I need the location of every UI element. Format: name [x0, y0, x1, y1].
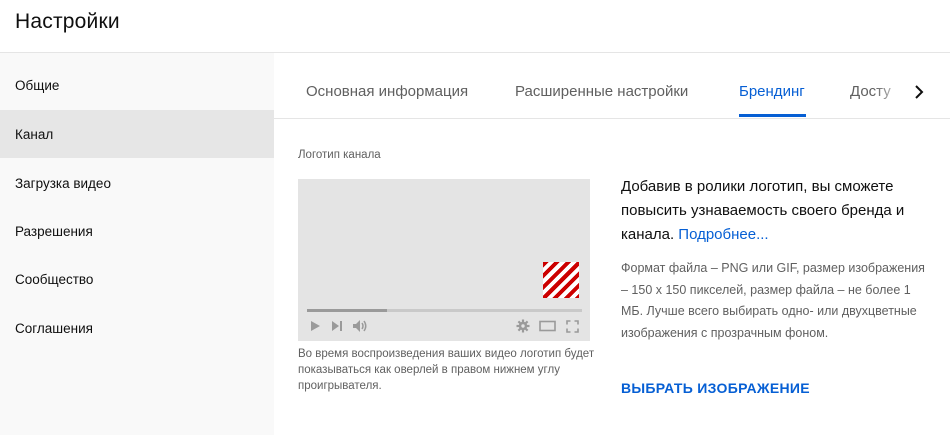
logo-caption: Во время воспроизведения ваших видео лог… — [298, 348, 595, 392]
learn-more-link[interactable]: Подробнее... — [678, 226, 768, 243]
fullscreen-icon[interactable] — [564, 318, 580, 334]
volume-icon[interactable] — [352, 318, 368, 334]
play-icon[interactable] — [307, 318, 323, 334]
sidebar-item-agreements[interactable]: Соглашения — [0, 304, 274, 352]
format-requirements: Формат файла – PNG или GIF, размер изобр… — [621, 261, 925, 340]
active-tab-indicator — [739, 114, 806, 117]
app-header: Настройки — [0, 0, 950, 53]
sidebar-item-channel[interactable]: Канал — [0, 110, 274, 158]
settings-main: Основная информация Расширенные настройк… — [274, 53, 950, 435]
tab-branding[interactable]: Брендинг — [739, 83, 805, 100]
player-progress-fill — [307, 309, 387, 312]
tab-scroll-next-button[interactable] — [908, 81, 930, 103]
section-label-channel-logo: Логотип канала — [298, 149, 381, 161]
logo-description: Добавив в ролики логотип, вы сможете пов… — [621, 175, 921, 247]
sidebar-item-community[interactable]: Сообщество — [0, 255, 274, 303]
gear-icon[interactable] — [515, 318, 531, 334]
skip-next-icon[interactable] — [329, 318, 345, 334]
theater-mode-icon[interactable] — [538, 318, 556, 334]
chevron-right-icon — [915, 85, 924, 99]
logo-preview-player — [298, 179, 590, 341]
choose-image-button[interactable]: ВЫБРАТЬ ИЗОБРАЖЕНИЕ — [621, 380, 810, 396]
settings-sidebar: Общие Канал Загрузка видео Разрешения Со… — [0, 53, 274, 435]
player-progress-bar — [307, 309, 582, 312]
tab-advanced-settings[interactable]: Расширенные настройки — [515, 83, 688, 100]
sidebar-item-general[interactable]: Общие — [0, 61, 274, 109]
tab-bar: Основная информация Расширенные настройк… — [274, 53, 950, 119]
watermark-placeholder — [543, 262, 579, 298]
sidebar-item-upload-defaults[interactable]: Загрузка видео — [0, 159, 274, 207]
page-title: Настройки — [15, 10, 120, 33]
tab-basic-info[interactable]: Основная информация — [306, 83, 468, 100]
sidebar-item-permissions[interactable]: Разрешения — [0, 207, 274, 255]
